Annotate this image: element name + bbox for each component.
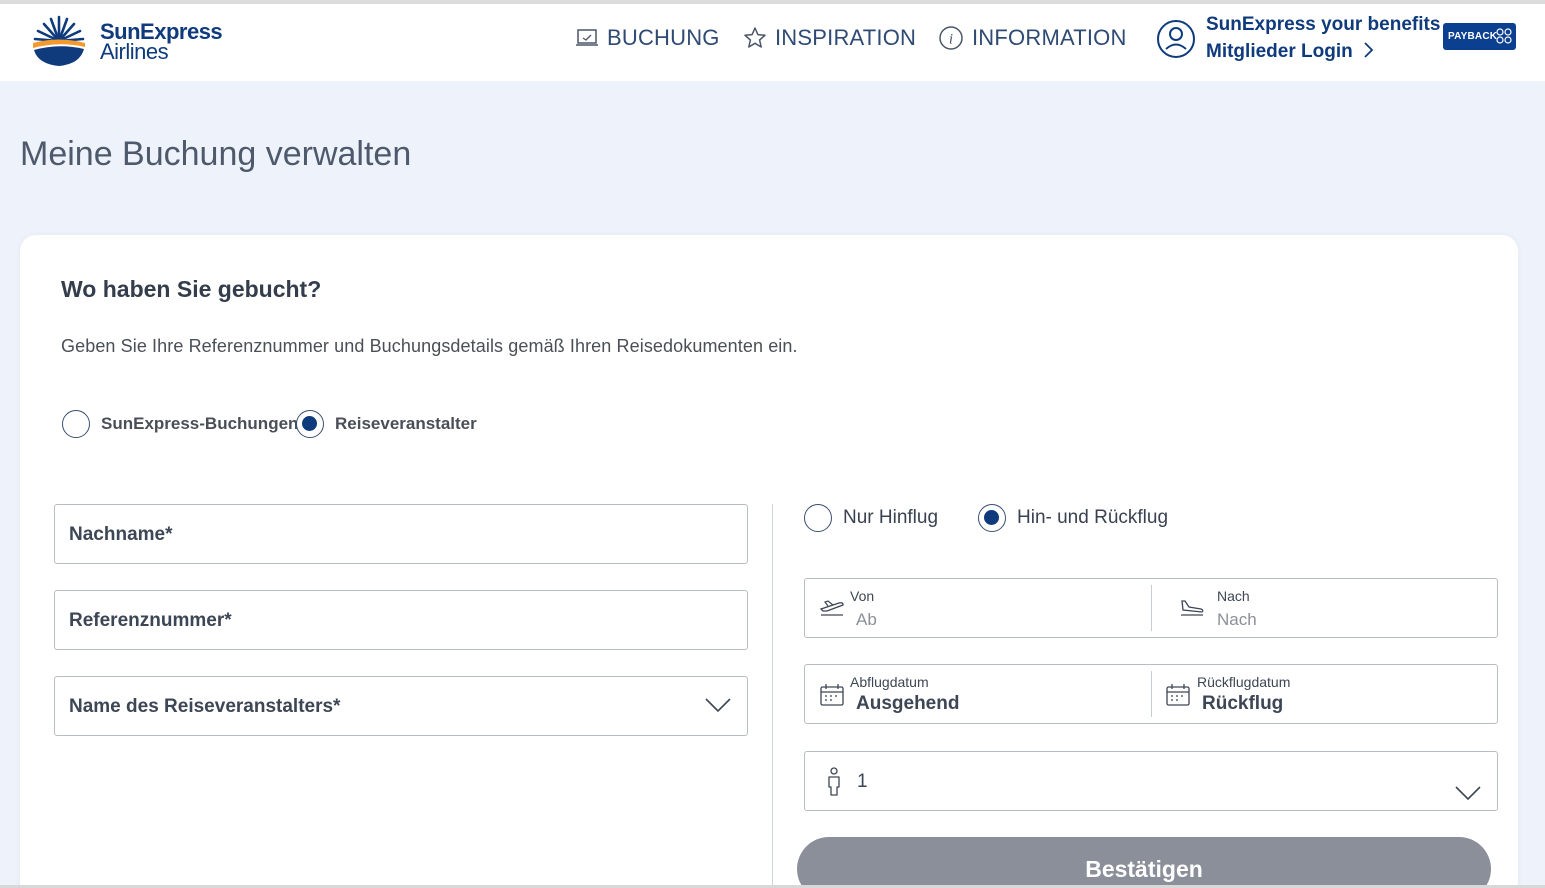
radio-tour-operator[interactable]: Reiseveranstalter [296,410,477,438]
radio-circle[interactable] [804,504,832,532]
nav-information[interactable]: i INFORMATION [938,24,1127,52]
person-icon [828,767,840,796]
radio-sunexpress-label: SunExpress-Buchungen [101,414,299,433]
chevron-down-icon [1455,786,1481,801]
dates-field: Abflugdatum Ausgehend Rückflugdatum Rück… [804,664,1498,724]
to-label: Nach [1217,588,1250,604]
confirm-button[interactable]: Bestätigen [797,837,1491,888]
departure-date-input[interactable]: Ausgehend [856,693,959,715]
departure-plane-icon [819,600,844,616]
dates-separator [1151,671,1152,717]
member-login-label: Mitglieder Login [1206,41,1353,62]
calendar-icon [1166,684,1190,706]
from-input[interactable]: Ab [856,610,877,630]
route-field: Von Ab Nach Nach [804,578,1498,638]
reference-label: Referenznummer* [69,610,232,631]
departure-date-label: Abflugdatum [850,674,929,690]
nav-information-label: INFORMATION [972,25,1127,50]
info-icon: i [939,26,963,50]
svg-text:i: i [949,32,953,48]
radio-round-trip-label: Hin- und Rückflug [1017,507,1169,528]
calendar-icon [820,684,844,706]
radio-circle-selected[interactable] [978,504,1006,532]
chevron-down-icon [705,698,731,713]
radio-tour-operator-label: Reiseveranstalter [335,414,477,433]
nav-booking[interactable]: BUCHUNG [575,24,720,52]
nav-booking-label: BUCHUNG [607,25,720,50]
to-input[interactable]: Nach [1217,610,1257,630]
arrival-plane-icon [1181,600,1204,616]
tour-operator-label: Name des Reiseveranstalters* [69,696,341,717]
payback-dots-icon [1496,28,1512,44]
user-icon [1157,20,1195,58]
nav-inspiration[interactable]: INSPIRATION [743,24,916,52]
radio-one-way-label: Nur Hinflug [843,507,939,528]
radio-sunexpress-bookings[interactable]: SunExpress-Buchungen [62,410,298,438]
from-label: Von [850,588,875,604]
question-description: Geben Sie Ihre Referenznummer und Buchun… [61,336,798,356]
passenger-count: 1 [857,771,868,792]
radio-circle[interactable] [62,410,90,438]
payback-badge[interactable]: PAYBACK [1443,23,1516,50]
star-icon [744,27,766,48]
radio-round-trip[interactable]: Hin- und Rückflug [978,504,1168,532]
reference-field[interactable]: Referenznummer* [54,590,748,650]
sunexpress-logo[interactable]: SunExpress Airlines [32,12,223,70]
lastname-label: Nachname* [69,524,173,545]
logo-wordmark: SunExpress Airlines [100,21,223,64]
route-separator [1151,585,1152,631]
question-title: Wo haben Sie gebucht? [61,276,322,302]
return-date-label: Rückflugdatum [1197,674,1291,690]
benefits-title: SunExpress your benefits [1206,14,1441,35]
site-header: SunExpress Airlines BUCHUNG INSPIRATION … [0,4,1545,81]
sun-logo-icon [33,15,85,66]
radio-one-way[interactable]: Nur Hinflug [804,504,938,532]
radio-circle-selected[interactable] [296,410,324,438]
nav-inspiration-label: INSPIRATION [775,25,917,50]
logo-line2: Airlines [100,39,169,64]
page-title: Meine Buchung verwalten [20,135,412,173]
member-login-link[interactable]: Mitglieder Login [1206,41,1376,63]
lastname-field[interactable]: Nachname* [54,504,748,564]
tour-operator-select[interactable]: Name des Reiseveranstalters* [54,676,748,736]
payback-label: PAYBACK [1448,31,1498,42]
passenger-select[interactable]: 1 [804,751,1498,811]
column-divider [772,504,773,888]
return-date-input[interactable]: Rückflug [1202,693,1283,715]
laptop-icon [576,29,598,46]
chevron-right-icon [1364,42,1374,58]
